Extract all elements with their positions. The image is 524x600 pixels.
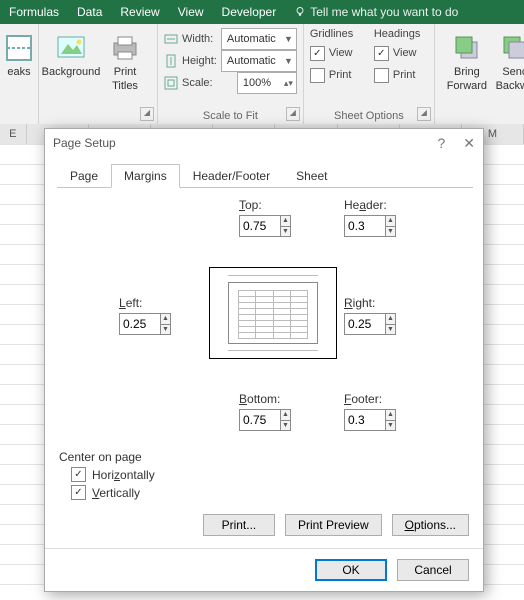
dialog-title: Page Setup — [53, 136, 116, 150]
left-margin-spinner[interactable]: ▲▼ — [119, 313, 171, 335]
center-vertically-checkbox[interactable]: ✓ — [71, 485, 86, 500]
center-vertically-label: Vertically — [92, 486, 140, 500]
top-margin-input[interactable] — [240, 216, 280, 236]
cancel-button[interactable]: Cancel — [397, 559, 469, 581]
right-margin-input[interactable] — [345, 314, 385, 334]
spin-down-icon[interactable]: ▼ — [386, 325, 395, 335]
spin-down-icon[interactable]: ▼ — [281, 421, 290, 431]
dialog-tab-page[interactable]: Page — [57, 164, 111, 188]
close-button[interactable]: ✕ — [463, 135, 475, 152]
spin-up-icon[interactable]: ▲ — [386, 216, 395, 227]
help-button[interactable]: ? — [437, 135, 445, 152]
spin-up-icon[interactable]: ▲ — [386, 410, 395, 421]
dialog-tab-sheet[interactable]: Sheet — [283, 164, 340, 188]
center-horizontally-checkbox[interactable]: ✓ — [71, 467, 86, 482]
options-button[interactable]: Options... — [392, 514, 469, 536]
print-button[interactable]: Print... — [203, 514, 275, 536]
header-margin-input[interactable] — [345, 216, 385, 236]
dialog-tab-margins[interactable]: Margins — [111, 164, 180, 188]
margins-panel: TTop:op: ▲▼ Header: ▲▼ Left: ▲▼ Right: ▲… — [59, 198, 469, 448]
footer-margin-spinner[interactable]: ▲▼ — [344, 409, 396, 431]
spin-down-icon[interactable]: ▼ — [386, 421, 395, 431]
spin-up-icon[interactable]: ▲ — [281, 216, 290, 227]
header-margin-spinner[interactable]: ▲▼ — [344, 215, 396, 237]
margins-preview — [209, 267, 337, 359]
page-setup-dialog: Page Setup ? ✕ Page Margins Header/Foote… — [44, 128, 484, 592]
bottom-margin-spinner[interactable]: ▲▼ — [239, 409, 291, 431]
ok-button[interactable]: OK — [315, 559, 387, 581]
spin-down-icon[interactable]: ▼ — [386, 227, 395, 237]
print-preview-button[interactable]: Print Preview — [285, 514, 382, 536]
footer-margin-label: Footer: — [344, 392, 396, 406]
right-margin-label: Right: — [344, 296, 396, 310]
right-margin-spinner[interactable]: ▲▼ — [344, 313, 396, 335]
top-margin-label: TTop:op: — [239, 198, 291, 212]
bottom-margin-label: Bottom: — [239, 392, 291, 406]
footer-margin-input[interactable] — [345, 410, 385, 430]
spin-down-icon[interactable]: ▼ — [161, 325, 170, 335]
header-margin-label: Header: — [344, 198, 396, 212]
spin-down-icon[interactable]: ▼ — [281, 227, 290, 237]
top-margin-spinner[interactable]: ▲▼ — [239, 215, 291, 237]
center-horizontally-label: Horizontally — [92, 468, 155, 482]
left-margin-input[interactable] — [120, 314, 160, 334]
center-on-page-label: Center on page — [59, 450, 469, 464]
spin-up-icon[interactable]: ▲ — [161, 314, 170, 325]
spin-up-icon[interactable]: ▲ — [386, 314, 395, 325]
dialog-tabs: Page Margins Header/Footer Sheet — [57, 163, 473, 188]
bottom-margin-input[interactable] — [240, 410, 280, 430]
spin-up-icon[interactable]: ▲ — [281, 410, 290, 421]
left-margin-label: Left: — [119, 296, 171, 310]
dialog-tab-header-footer[interactable]: Header/Footer — [180, 164, 283, 188]
